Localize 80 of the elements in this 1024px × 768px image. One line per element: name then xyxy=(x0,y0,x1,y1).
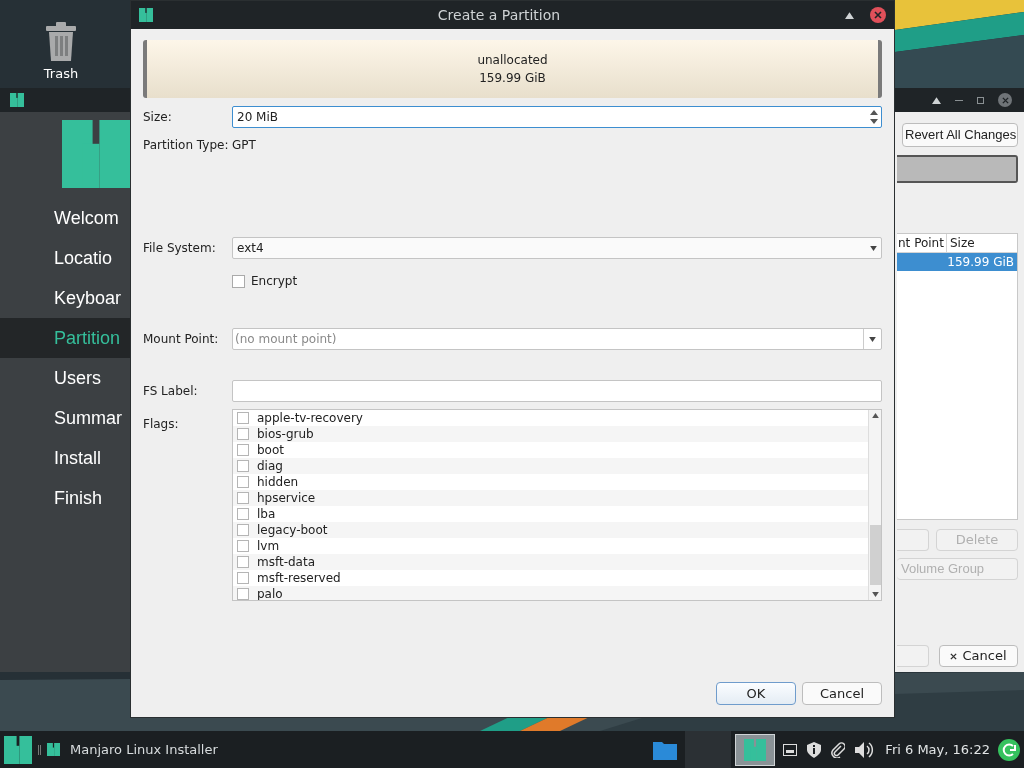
field-label: FS Label: xyxy=(143,383,199,400)
flag-checkbox[interactable] xyxy=(237,540,249,552)
flag-checkbox[interactable] xyxy=(237,588,249,600)
flag-label: legacy-boot xyxy=(257,523,328,537)
volume-icon[interactable] xyxy=(855,741,876,758)
update-icon[interactable] xyxy=(998,738,1020,761)
column-header[interactable]: nt Point xyxy=(897,234,947,252)
flag-label: lvm xyxy=(257,539,280,553)
flag-checkbox[interactable] xyxy=(237,444,249,456)
eject-icon[interactable] xyxy=(845,11,854,19)
checkbox-label: Encrypt xyxy=(251,273,298,290)
dropdown-arrow-icon[interactable] xyxy=(869,336,876,342)
flag-checkbox[interactable] xyxy=(237,476,249,488)
flag-label: palo xyxy=(257,587,283,600)
flag-label: hpservice xyxy=(257,491,316,505)
clock[interactable]: Fri 6 May, 16:22 xyxy=(885,739,990,760)
network-icon[interactable] xyxy=(783,743,798,756)
flag-checkbox[interactable] xyxy=(237,412,249,424)
desktop-icon-label[interactable]: Trash xyxy=(43,64,79,84)
folder-icon[interactable] xyxy=(653,739,678,760)
flag-label: boot xyxy=(257,443,284,457)
field-label: File System: xyxy=(143,240,217,257)
flag-checkbox[interactable] xyxy=(237,460,249,472)
partition-name: unallocated xyxy=(477,52,548,69)
manjaro-logo-icon xyxy=(62,120,130,188)
app-logo-icon xyxy=(47,743,60,756)
flag-checkbox[interactable] xyxy=(237,492,249,504)
flag-checkbox[interactable] xyxy=(237,556,249,568)
mount-point-combo[interactable]: (no mount point) xyxy=(232,328,882,350)
app-logo-icon xyxy=(139,8,153,22)
close-icon[interactable] xyxy=(870,7,886,23)
flag-label: msft-data xyxy=(257,555,316,569)
flag-label: lba xyxy=(257,507,276,521)
mount-point-input[interactable]: (no mount point) xyxy=(233,330,863,348)
scroll-down-icon[interactable] xyxy=(871,592,879,597)
flag-checkbox[interactable] xyxy=(237,524,249,536)
revert-button[interactable]: Revert All Changes xyxy=(902,123,1018,147)
app-logo-icon xyxy=(10,93,24,107)
x-mark-icon[interactable] xyxy=(874,11,882,19)
cancel-button[interactable]: Cancel xyxy=(939,645,1018,667)
size-value: 20 MiB xyxy=(237,109,278,126)
field-label: Size: xyxy=(143,109,173,126)
field-label: Flags: xyxy=(143,416,180,433)
desktop-pager[interactable] xyxy=(735,733,776,766)
shield-icon[interactable] xyxy=(807,741,822,758)
window-title: Create a Partition xyxy=(436,5,562,25)
ok-button[interactable]: OK xyxy=(716,682,796,705)
taskbar-window-button[interactable]: Manjaro Linux Installer xyxy=(47,739,218,760)
size-spinbox[interactable]: 20 MiB xyxy=(232,106,882,128)
dropdown-arrow-icon[interactable] xyxy=(870,245,877,251)
minimize-icon[interactable] xyxy=(955,99,963,101)
flag-label: diag xyxy=(257,459,283,473)
flag-checkbox[interactable] xyxy=(237,428,249,440)
spin-arrows-icon[interactable] xyxy=(870,110,878,124)
fs-label-input[interactable] xyxy=(232,380,882,402)
table-row[interactable]: 159.99 GiB xyxy=(897,253,1017,271)
flag-label: msft-reserved xyxy=(257,571,341,585)
flag-label: apple-tv-recovery xyxy=(257,411,363,425)
dropdown-value: ext4 xyxy=(237,240,264,257)
cancel-icon[interactable] xyxy=(950,652,958,660)
flag-checkbox[interactable] xyxy=(237,508,249,520)
encrypt-checkbox[interactable] xyxy=(232,274,245,288)
cancel-button[interactable]: Cancel xyxy=(802,682,882,705)
column-header[interactable]: Size xyxy=(947,234,1017,252)
paperclip-icon[interactable] xyxy=(831,741,846,758)
field-label: Partition Type: xyxy=(143,137,230,154)
app-logo-icon xyxy=(744,738,767,761)
flag-label: bios-grub xyxy=(257,427,314,441)
trash-icon[interactable] xyxy=(44,22,78,62)
partition-type-value: GPT xyxy=(232,137,256,154)
scroll-up-icon[interactable] xyxy=(871,413,879,418)
grip-icon xyxy=(38,744,41,755)
scrollbar[interactable] xyxy=(868,410,881,600)
flag-label: hidden xyxy=(257,475,299,489)
restore-icon[interactable] xyxy=(977,96,984,104)
partition-size: 159.99 GiB xyxy=(479,70,546,87)
eject-icon[interactable] xyxy=(932,96,941,104)
start-menu-icon xyxy=(4,735,32,764)
flag-checkbox[interactable] xyxy=(237,572,249,584)
file-system-dropdown[interactable]: ext4 xyxy=(232,237,882,259)
